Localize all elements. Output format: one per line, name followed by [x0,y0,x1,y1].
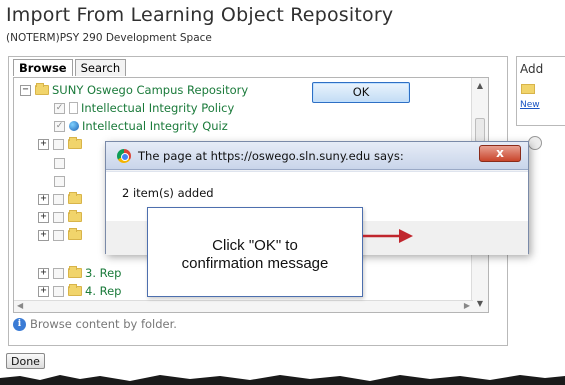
tab-search[interactable]: Search [74,59,127,76]
tab-browse[interactable]: Browse [13,59,73,76]
callout-line-2: confirmation message [181,255,329,272]
folder-checkbox[interactable] [54,157,65,169]
tree-folder-label: 4. Rep [85,284,122,298]
folder-checkbox[interactable] [53,267,64,279]
page-title: Import From Learning Object Repository [6,4,394,26]
help-bar: i Browse content by folder. [13,317,177,331]
collapse-icon[interactable]: − [20,84,31,96]
tree-root[interactable]: − SUNY Oswego Campus Repository [20,81,248,99]
tree-item-quiz[interactable]: ✓ Intellectual Integrity Quiz [54,117,228,135]
scroll-up-icon[interactable]: ▲ [472,78,488,94]
tree-item-policy[interactable]: ✓ Intellectual Integrity Policy [54,99,234,117]
torn-edge [0,375,565,385]
dialog-titlebar: The page at https://oswego.sln.suny.edu … [106,142,528,170]
radio-button[interactable] [528,136,542,150]
tree-folder-row[interactable] [54,172,69,190]
tree-root-label: SUNY Oswego Campus Repository [52,83,249,97]
item-checkbox[interactable]: ✓ [54,102,65,114]
ok-button[interactable]: OK [312,82,410,103]
add-panel-label: Add [520,62,544,76]
done-button[interactable]: Done [6,353,45,369]
expand-icon[interactable]: + [38,193,49,205]
tree-folder-row[interactable]: + [38,190,85,208]
expand-icon[interactable]: + [38,211,49,223]
close-button[interactable]: x [479,145,521,162]
callout-line-1: Click "OK" to [212,237,298,254]
folder-checkbox[interactable] [53,285,64,297]
scroll-down-icon[interactable]: ▼ [472,296,488,312]
horizontal-scrollbar[interactable]: ◀ ▶ [14,300,473,312]
tab-bar: Browse Search [13,59,128,76]
scroll-left-icon[interactable]: ◀ [17,301,23,310]
folder-icon [521,84,535,94]
folder-icon [68,228,82,240]
tree-folder-row[interactable]: + 3. Rep [38,264,121,282]
document-icon [69,102,78,114]
folder-icon [68,266,82,278]
expand-icon[interactable]: + [38,229,49,241]
scroll-right-icon[interactable]: ▶ [464,301,470,310]
new-link[interactable]: New [520,100,540,110]
tree-folder-row[interactable]: + [38,226,85,244]
page-subtitle: (NOTERM)PSY 290 Development Space [6,32,212,44]
scroll-thumb[interactable] [475,118,485,142]
tree-item-label: Intellectual Integrity Policy [81,101,235,115]
help-text: Browse content by folder. [30,317,177,331]
folder-checkbox[interactable] [53,138,64,150]
tree-folder-label: 3. Rep [85,266,122,280]
expand-icon[interactable]: + [38,285,49,297]
folder-checkbox[interactable] [53,211,64,223]
expand-icon[interactable]: + [38,267,49,279]
folder-icon [35,83,49,95]
dialog-title: The page at https://oswego.sln.suny.edu … [138,149,404,163]
folder-checkbox[interactable] [53,193,64,205]
globe-icon [69,121,79,131]
info-icon: i [13,317,26,331]
tree-item-label: Intellectual Integrity Quiz [82,119,228,133]
folder-icon [68,137,82,149]
item-checkbox[interactable]: ✓ [54,120,65,132]
folder-icon [68,284,82,296]
chrome-icon [117,149,131,163]
tree-folder-row[interactable]: + [38,208,85,226]
pointer-arrow-icon [363,229,413,243]
folder-checkbox[interactable] [53,229,64,241]
folder-checkbox[interactable] [54,175,65,187]
tree-folder-row[interactable] [54,154,69,172]
tree-folder-row[interactable]: + 4. Rep [38,282,121,300]
tree-folder-row[interactable]: + [38,135,85,153]
instruction-callout: Click "OK" to confirmation message [147,207,363,297]
callout-text: Click "OK" to confirmation message [148,237,362,273]
folder-icon [68,210,82,222]
dialog-message: 2 item(s) added [122,186,214,200]
folder-icon [68,192,82,204]
expand-icon[interactable]: + [38,138,49,150]
